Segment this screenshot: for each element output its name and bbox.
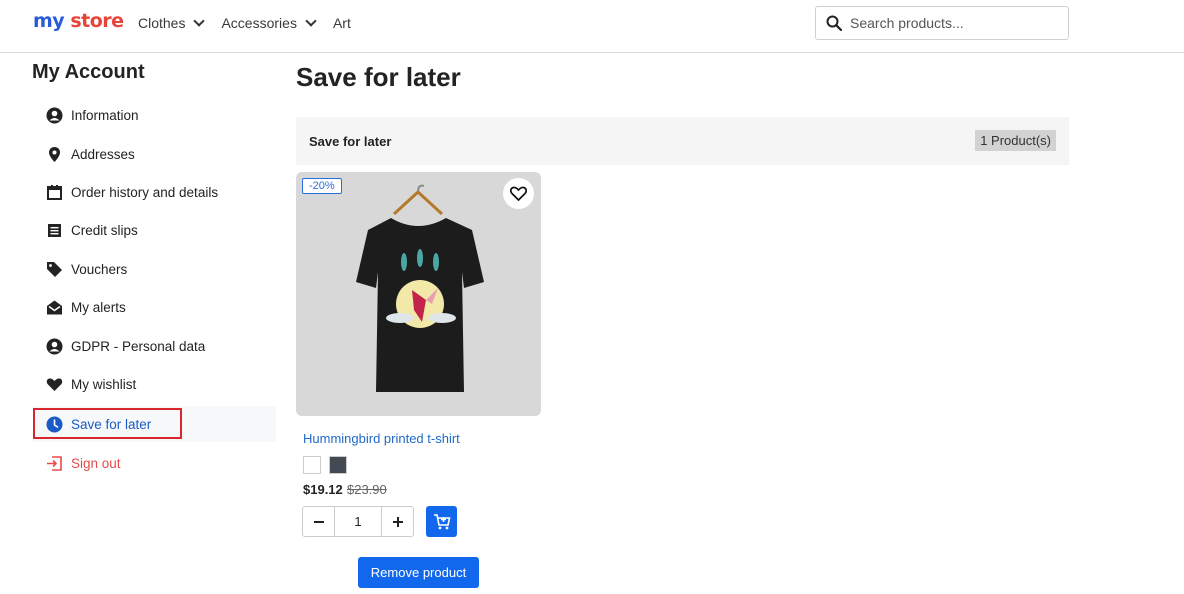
envelope-open-icon bbox=[46, 299, 63, 316]
nav-accessories-label: Accessories bbox=[221, 15, 297, 31]
chevron-down-icon bbox=[193, 15, 206, 27]
calendar-icon bbox=[46, 184, 63, 201]
color-swatch-white[interactable] bbox=[303, 456, 321, 474]
sidebar-item-label: My alerts bbox=[71, 299, 126, 315]
nav-art-label: Art bbox=[332, 15, 351, 31]
user-circle-icon bbox=[46, 107, 63, 124]
store-logo[interactable]: my store bbox=[33, 10, 124, 32]
decrease-quantity-button[interactable] bbox=[303, 507, 334, 536]
logo-part-my: my bbox=[33, 10, 65, 32]
sidebar-item-label: Addresses bbox=[71, 146, 135, 162]
remove-product-button[interactable]: Remove product bbox=[358, 557, 479, 588]
minus-icon bbox=[313, 520, 324, 523]
sidebar-item-label: Sign out bbox=[71, 455, 121, 471]
increase-quantity-button[interactable] bbox=[382, 507, 413, 536]
list-header-title: Save for later bbox=[309, 134, 392, 149]
plus-icon bbox=[392, 516, 403, 527]
sidebar-item-label: Vouchers bbox=[71, 261, 128, 277]
sidebar-item-gdpr[interactable]: GDPR - Personal data bbox=[33, 328, 276, 364]
quantity-stepper: 1 bbox=[302, 506, 414, 537]
add-to-cart-button[interactable] bbox=[426, 506, 457, 537]
quantity-input[interactable]: 1 bbox=[334, 507, 382, 536]
account-title: My Account bbox=[32, 61, 145, 83]
sidebar-item-order-history[interactable]: Order history and details bbox=[33, 174, 276, 210]
wishlist-button[interactable] bbox=[503, 178, 534, 209]
chevron-down-icon bbox=[305, 15, 317, 27]
sidebar-item-label: Order history and details bbox=[71, 184, 219, 200]
sidebar-item-vouchers[interactable]: Vouchers bbox=[33, 251, 276, 287]
nav-clothes-label: Clothes bbox=[138, 15, 186, 31]
tag-icon bbox=[46, 261, 63, 278]
nav-art[interactable]: Art bbox=[333, 15, 351, 31]
search-input[interactable] bbox=[850, 15, 1050, 31]
user-circle-icon bbox=[46, 338, 63, 355]
sidebar-item-credit-slips[interactable]: Credit slips bbox=[33, 212, 276, 248]
sidebar-item-sign-out[interactable]: Sign out bbox=[33, 445, 276, 481]
sidebar-item-my-alerts[interactable]: My alerts bbox=[33, 289, 276, 325]
sign-out-icon bbox=[46, 455, 63, 472]
highlight-box bbox=[33, 408, 182, 439]
sidebar-item-label: Credit slips bbox=[71, 222, 138, 238]
site-header: my store Clothes Accessories Art bbox=[0, 0, 1184, 53]
sidebar-item-save-for-later[interactable]: Save for later bbox=[33, 406, 276, 442]
product-name-link[interactable]: Hummingbird printed t-shirt bbox=[303, 431, 460, 446]
main-nav: Clothes Accessories Art bbox=[138, 15, 369, 31]
search-icon bbox=[826, 15, 842, 31]
discount-badge: -20% bbox=[302, 178, 342, 194]
list-header-bar: Save for later 1 Product(s) bbox=[296, 117, 1069, 165]
sidebar-item-addresses[interactable]: Addresses bbox=[33, 136, 276, 172]
document-list-icon bbox=[46, 222, 63, 239]
nav-accessories[interactable]: Accessories bbox=[221, 15, 317, 31]
color-swatch-dark-gray[interactable] bbox=[329, 456, 347, 474]
sidebar-item-label: Information bbox=[71, 107, 139, 123]
nav-clothes[interactable]: Clothes bbox=[138, 15, 206, 31]
sidebar-item-label: My wishlist bbox=[71, 376, 137, 392]
cart-plus-icon bbox=[433, 513, 450, 529]
page-title: Save for later bbox=[296, 62, 461, 92]
sidebar-item-my-wishlist[interactable]: My wishlist bbox=[33, 366, 276, 402]
sidebar-item-information[interactable]: Information bbox=[33, 97, 276, 133]
heart-icon bbox=[46, 376, 63, 393]
logo-part-store: store bbox=[70, 10, 124, 32]
sidebar-item-label: GDPR - Personal data bbox=[71, 338, 206, 354]
product-image[interactable]: -20% bbox=[296, 172, 541, 416]
search-box[interactable] bbox=[815, 6, 1069, 40]
product-old-price: $23.90 bbox=[347, 482, 387, 497]
tshirt-image bbox=[356, 184, 484, 392]
location-pin-icon bbox=[46, 146, 63, 163]
product-count-badge: 1 Product(s) bbox=[975, 130, 1056, 151]
heart-outline-icon bbox=[510, 186, 527, 202]
product-price: $19.12 bbox=[303, 482, 343, 497]
